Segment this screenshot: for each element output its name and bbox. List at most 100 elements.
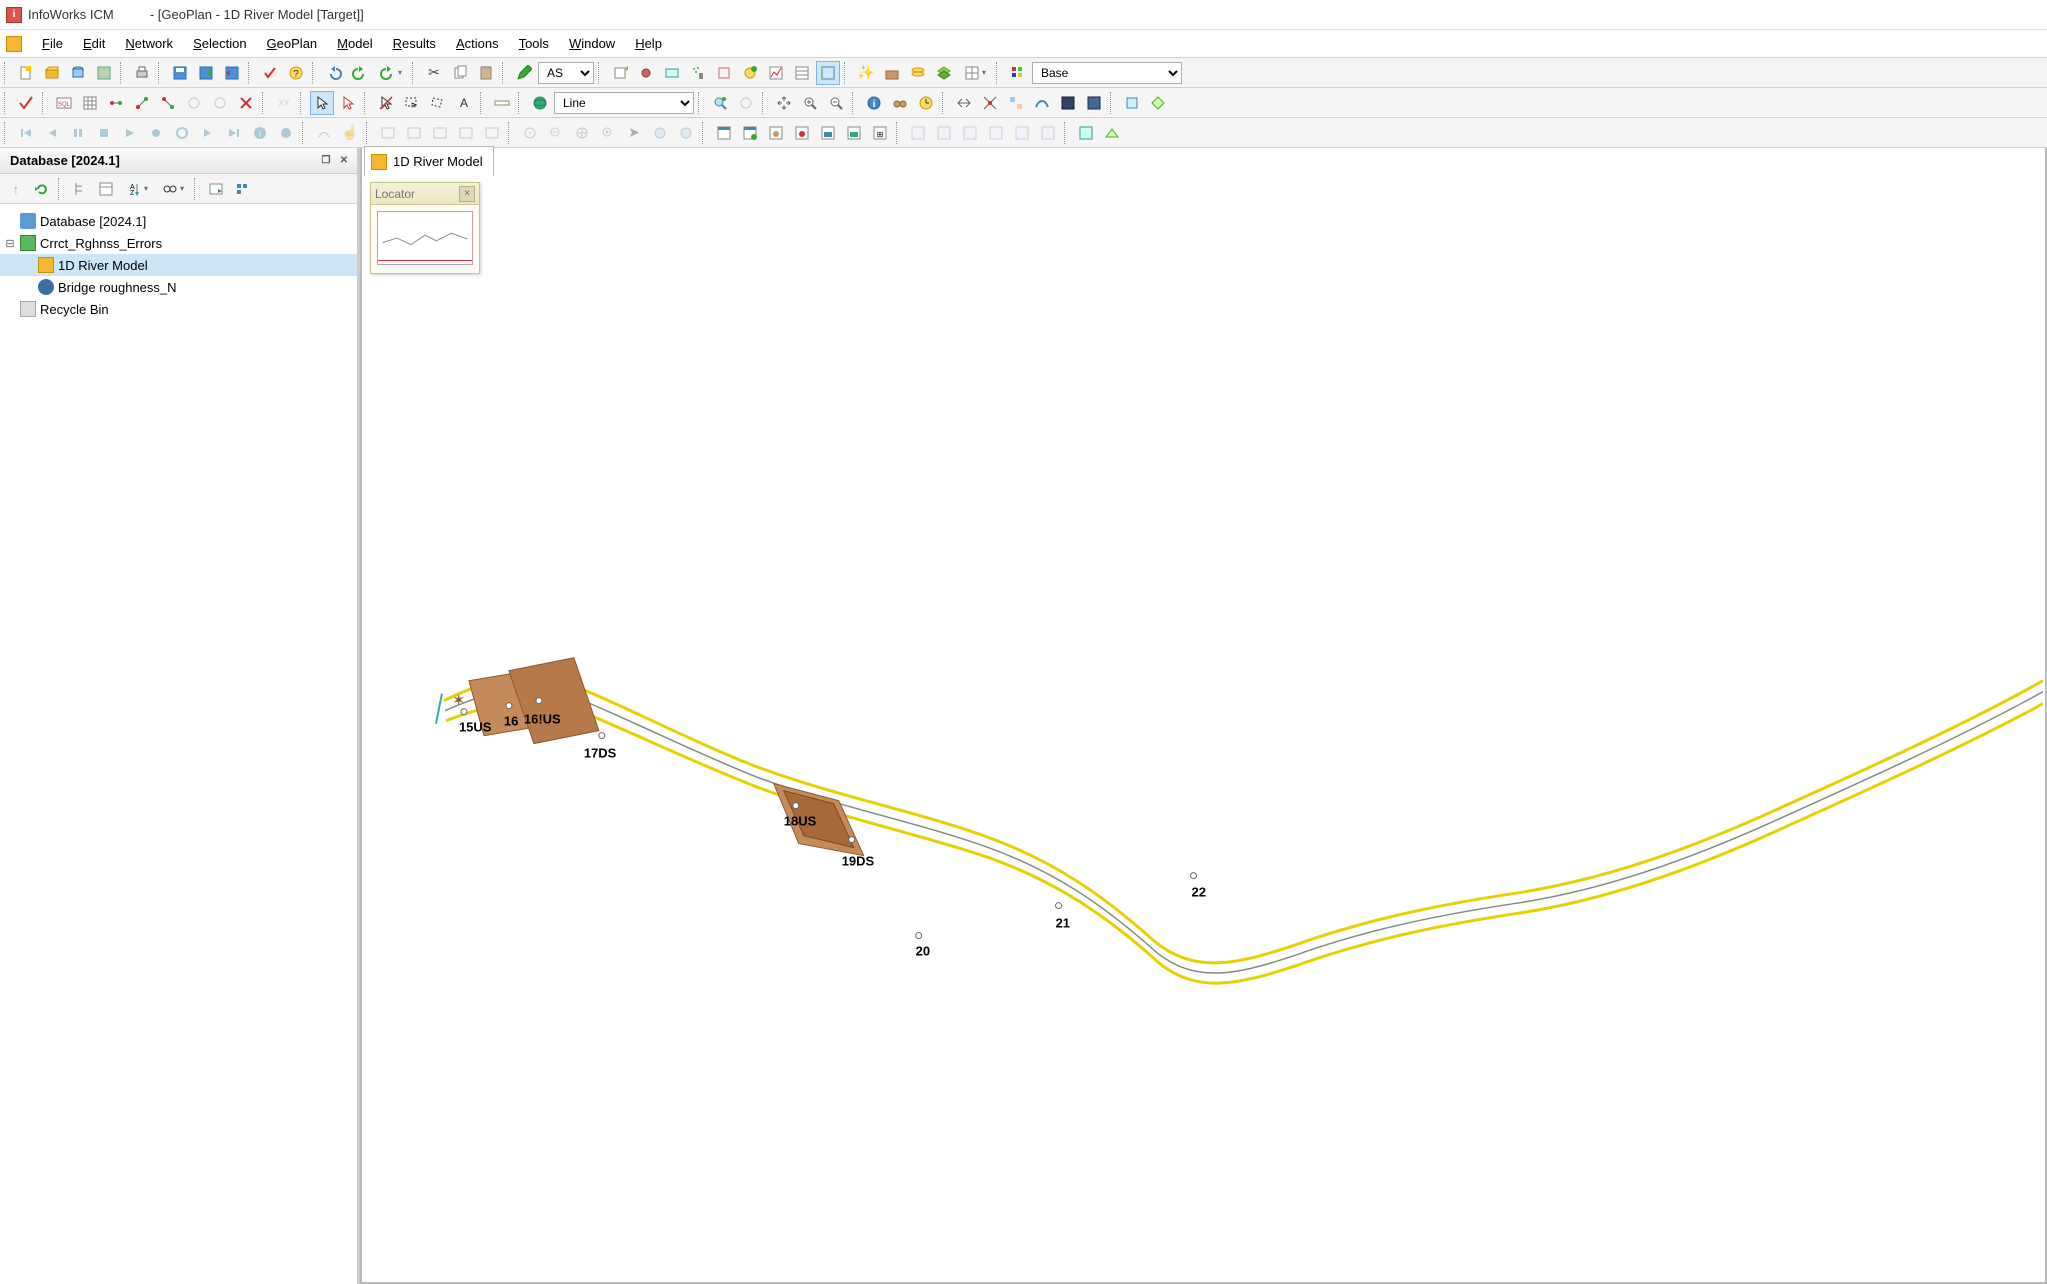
- g8-icon[interactable]: [1100, 121, 1124, 145]
- new-icon[interactable]: [14, 61, 38, 85]
- win-e-icon[interactable]: [816, 121, 840, 145]
- play-prev-icon[interactable]: [40, 121, 64, 145]
- tool-b-icon[interactable]: [738, 61, 762, 85]
- edit-pen-icon[interactable]: [512, 61, 536, 85]
- find-icon[interactable]: [708, 91, 732, 115]
- tree-network[interactable]: 1D River Model: [0, 254, 357, 276]
- zoom-minus-icon[interactable]: [544, 121, 568, 145]
- tk6-icon[interactable]: [1082, 91, 1106, 115]
- sec-d-icon[interactable]: [454, 121, 478, 145]
- tool-a-icon[interactable]: [712, 61, 736, 85]
- loop-icon[interactable]: [170, 121, 194, 145]
- play-info-icon[interactable]: i: [248, 121, 272, 145]
- menu-help[interactable]: Help: [625, 32, 672, 55]
- win-b-icon[interactable]: [738, 121, 762, 145]
- tk3-icon[interactable]: [1004, 91, 1028, 115]
- clock-icon[interactable]: [914, 91, 938, 115]
- g2-icon[interactable]: [932, 121, 956, 145]
- tk5-icon[interactable]: [1056, 91, 1080, 115]
- open-db-icon[interactable]: [66, 61, 90, 85]
- play-dot-icon[interactable]: [274, 121, 298, 145]
- paste-icon[interactable]: [474, 61, 498, 85]
- flag-dropdown[interactable]: AS: [538, 62, 594, 84]
- db-sort-icon[interactable]: AZ: [120, 177, 154, 201]
- stack-icon[interactable]: [906, 61, 930, 85]
- validate-icon[interactable]: [258, 61, 282, 85]
- measure-icon[interactable]: [490, 91, 514, 115]
- panel-close-icon[interactable]: ✕: [335, 153, 353, 169]
- menu-selection[interactable]: Selection: [183, 32, 256, 55]
- geoplan-canvas[interactable]: Locator ×: [364, 176, 2043, 1280]
- g5-icon[interactable]: [1010, 121, 1034, 145]
- help-icon[interactable]: ?: [284, 61, 308, 85]
- spray-icon[interactable]: [686, 61, 710, 85]
- geoplan-tab[interactable]: 1D River Model: [364, 146, 494, 176]
- tree-rain[interactable]: Bridge roughness_N: [0, 276, 357, 298]
- target-a-icon[interactable]: [518, 121, 542, 145]
- zoom-in-icon[interactable]: [798, 91, 822, 115]
- play-icon[interactable]: [118, 121, 142, 145]
- infer-icon[interactable]: [182, 91, 206, 115]
- sec-c-icon[interactable]: [428, 121, 452, 145]
- arrow-r-icon[interactable]: ➤: [622, 121, 646, 145]
- menu-geoplan[interactable]: GeoPlan: [257, 32, 328, 55]
- copy-icon[interactable]: [448, 61, 472, 85]
- play-last-icon[interactable]: [222, 121, 246, 145]
- sparkle-icon[interactable]: ✨: [854, 61, 878, 85]
- info-icon[interactable]: i: [862, 91, 886, 115]
- open-net-icon[interactable]: [40, 61, 64, 85]
- print-icon[interactable]: [130, 61, 154, 85]
- play-first-icon[interactable]: [14, 121, 38, 145]
- zoom-plus-icon[interactable]: [596, 121, 620, 145]
- play-next-icon[interactable]: [196, 121, 220, 145]
- node-icon[interactable]: [104, 91, 128, 115]
- save-db-icon[interactable]: [92, 61, 116, 85]
- river-map[interactable]: ✶ 15US 16 16!US 17DS 18US 19DS 20 21 22: [364, 176, 2043, 1280]
- g1-icon[interactable]: [906, 121, 930, 145]
- win-g-icon[interactable]: ⊞: [868, 121, 892, 145]
- build-icon[interactable]: [880, 61, 904, 85]
- tool-d-icon[interactable]: [790, 61, 814, 85]
- pause-icon[interactable]: [66, 121, 90, 145]
- link-tool-icon[interactable]: [734, 91, 758, 115]
- pan-icon[interactable]: [772, 91, 796, 115]
- xy-icon[interactable]: XY: [272, 91, 296, 115]
- link-up-icon[interactable]: [130, 91, 154, 115]
- menu-model[interactable]: Model: [327, 32, 382, 55]
- tree-root[interactable]: Database [2024.1]: [0, 210, 357, 232]
- world-icon[interactable]: [528, 91, 552, 115]
- target-b-icon[interactable]: [570, 121, 594, 145]
- win-a-icon[interactable]: [712, 121, 736, 145]
- tree-group[interactable]: ⊟ Crrct_Rghnss_Errors: [0, 232, 357, 254]
- menu-tools[interactable]: Tools: [509, 32, 559, 55]
- menu-network[interactable]: Network: [115, 32, 183, 55]
- save-icon[interactable]: [168, 61, 192, 85]
- pointer-icon[interactable]: [310, 91, 334, 115]
- sql-icon[interactable]: SQL: [52, 91, 76, 115]
- scenario-dropdown[interactable]: Base: [1032, 62, 1182, 84]
- pointer-red-icon[interactable]: [336, 91, 360, 115]
- new-subcatch-icon[interactable]: [660, 61, 684, 85]
- db-props-icon[interactable]: [230, 177, 254, 201]
- rec-icon[interactable]: [144, 121, 168, 145]
- new-object-icon[interactable]: ★: [608, 61, 632, 85]
- zoom-out-icon[interactable]: [824, 91, 848, 115]
- db-tree-icon[interactable]: [68, 177, 92, 201]
- undo-icon[interactable]: [322, 61, 346, 85]
- sec-a-icon[interactable]: [376, 121, 400, 145]
- check-icon[interactable]: [14, 91, 38, 115]
- menu-edit[interactable]: Edit: [73, 32, 115, 55]
- new-object-type-dropdown[interactable]: Line: [554, 92, 694, 114]
- tk7-icon[interactable]: [1120, 91, 1144, 115]
- rect-sel-icon[interactable]: [400, 91, 424, 115]
- hand-icon[interactable]: ☝: [338, 121, 362, 145]
- win-f-icon[interactable]: [842, 121, 866, 145]
- db-up-icon[interactable]: ↑: [4, 177, 28, 201]
- tk1-icon[interactable]: [952, 91, 976, 115]
- undo-history-icon[interactable]: [374, 61, 408, 85]
- win-d-icon[interactable]: [790, 121, 814, 145]
- text-sel-icon[interactable]: A: [452, 91, 476, 115]
- sec-b-icon[interactable]: [402, 121, 426, 145]
- db-find-icon[interactable]: [156, 177, 190, 201]
- database-tree[interactable]: Database [2024.1] ⊟ Crrct_Rghnss_Errors …: [0, 204, 357, 1284]
